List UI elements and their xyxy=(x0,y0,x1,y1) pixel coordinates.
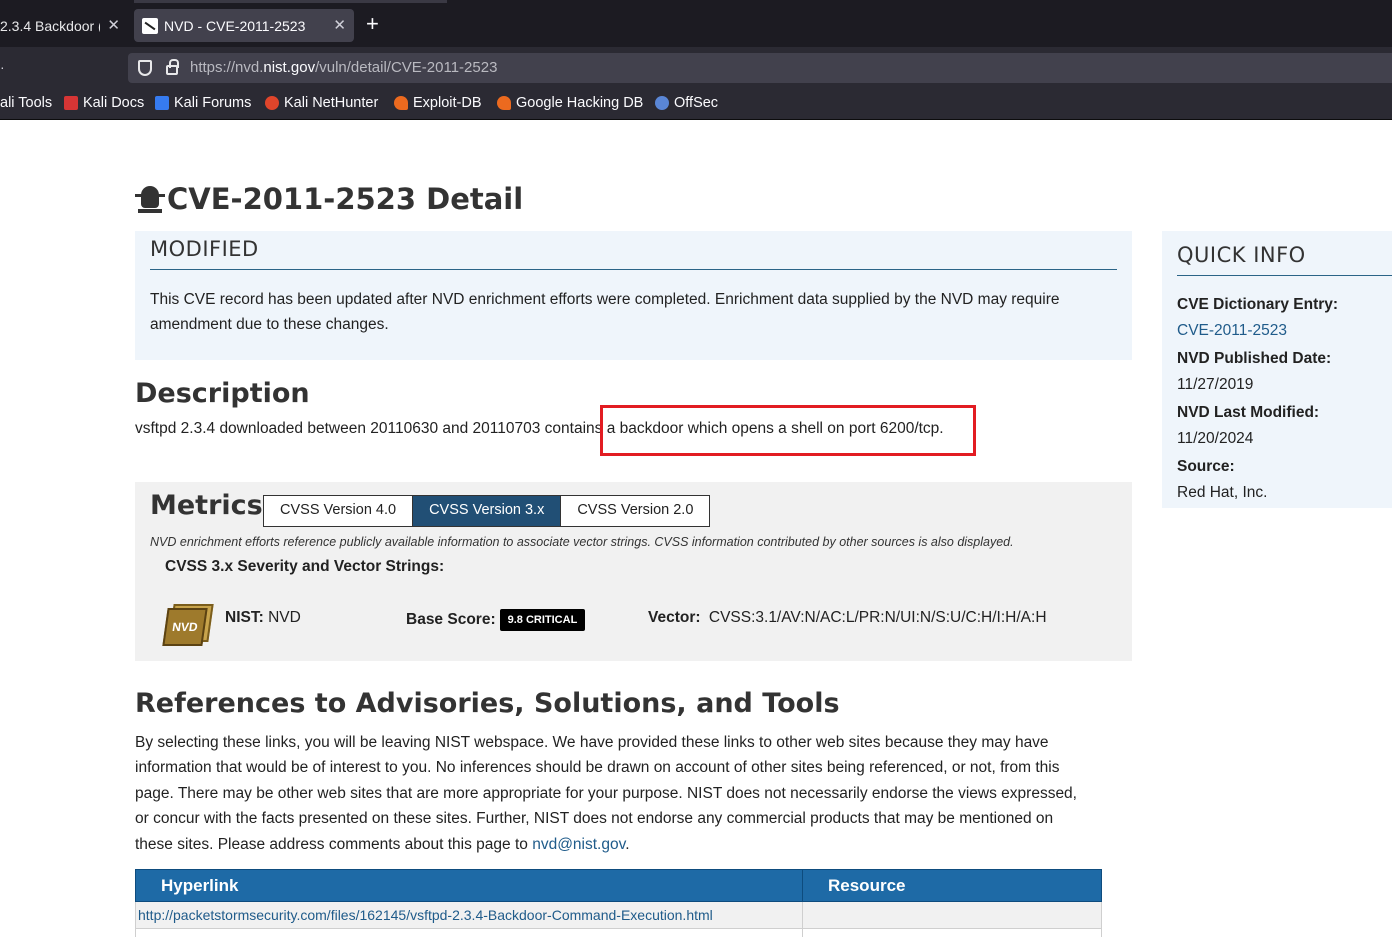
reference-link[interactable]: http://packetstormsecurity.com/files/162… xyxy=(138,907,713,923)
tab-cvss-4[interactable]: CVSS Version 4.0 xyxy=(264,496,414,526)
qi-label-modified: NVD Last Modified: xyxy=(1177,404,1320,421)
address-bar[interactable]: https://nvd.nist.gov/vuln/detail/CVE-201… xyxy=(128,53,1392,83)
base-score: Base Score: 9.8 CRITICAL xyxy=(406,609,586,631)
browser-tab-bar: 2.3.4 Backdoor ( ✕ NVD - CVE-2011-2523 ✕… xyxy=(0,0,1392,47)
new-tab-button[interactable]: + xyxy=(366,12,379,36)
close-icon[interactable]: ✕ xyxy=(333,16,346,34)
qi-value-published: 11/27/2019 xyxy=(1177,376,1254,393)
modified-heading: MODIFIED xyxy=(150,237,1117,270)
tab-nvd[interactable]: NVD - CVE-2011-2523 ✕ xyxy=(134,9,354,42)
nvd-badge-icon: NVD xyxy=(162,602,214,646)
reference-resource xyxy=(802,901,1102,929)
tab-strip-accent xyxy=(134,0,447,3)
red-highlight-annotation xyxy=(600,405,976,456)
shield-icon[interactable] xyxy=(138,60,152,76)
references-heading: References to Advisories, Solutions, and… xyxy=(135,688,840,719)
tab-title: 2.3.4 Backdoor ( xyxy=(0,17,100,34)
cna-source: NIST: NVD xyxy=(225,609,301,626)
tab-cvss-3[interactable]: CVSS Version 3.x xyxy=(413,496,562,526)
close-icon[interactable]: ✕ xyxy=(107,16,120,34)
email-link[interactable]: nvd@nist.gov xyxy=(532,836,625,853)
tab-backdoor[interactable]: 2.3.4 Backdoor ( ✕ xyxy=(0,9,128,42)
references-table: Hyperlink Resource http://packetstormsec… xyxy=(135,869,1102,937)
metrics-heading: Metrics xyxy=(150,490,263,521)
kali-docs-icon xyxy=(64,96,78,110)
navigation-bar: · https://nvd.nist.gov/vuln/detail/CVE-2… xyxy=(0,47,1392,89)
offsec-icon xyxy=(655,96,669,110)
cve-dictionary-link[interactable]: CVE-2011-2523 xyxy=(1177,322,1377,342)
column-header-hyperlink[interactable]: Hyperlink xyxy=(135,869,803,902)
exploit-db-icon xyxy=(394,96,408,110)
metrics-panel: Metrics CVSS Version 4.0 CVSS Version 3.… xyxy=(135,482,1132,661)
quick-info-panel: QUICK INFO CVE Dictionary Entry: CVE-201… xyxy=(1162,231,1392,508)
quick-info-heading: QUICK INFO xyxy=(1177,243,1392,276)
bookmark-kali-docs[interactable]: Kali Docs xyxy=(64,95,144,111)
ghdb-icon xyxy=(497,96,511,110)
table-row: http://packetstormsecurity.com/files/162… xyxy=(135,901,1102,929)
reload-icon[interactable]: · xyxy=(0,59,5,75)
tab-cvss-2[interactable]: CVSS Version 2.0 xyxy=(561,496,709,526)
qi-value-source: Red Hat, Inc. xyxy=(1177,484,1268,501)
qi-label-cve-entry: CVE Dictionary Entry: xyxy=(1177,296,1339,313)
metrics-note: NVD enrichment efforts reference publicl… xyxy=(150,535,1014,549)
qi-label-source: Source: xyxy=(1177,458,1235,475)
bookmark-offsec[interactable]: OffSec xyxy=(655,95,718,111)
bookmarks-toolbar: ali Tools Kali Docs Kali Forums Kali Net… xyxy=(0,89,1392,120)
description-heading: Description xyxy=(135,378,310,409)
kali-forums-icon xyxy=(155,96,169,110)
references-text: By selecting these links, you will be le… xyxy=(135,734,1077,853)
qi-value-modified: 11/20/2024 xyxy=(1177,430,1254,447)
modified-notice: MODIFIED This CVE record has been update… xyxy=(135,231,1132,360)
table-row xyxy=(135,928,1102,937)
bookmark-kali-forums[interactable]: Kali Forums xyxy=(155,95,251,111)
severity-heading: CVSS 3.x Severity and Vector Strings: xyxy=(165,558,445,575)
kali-nethunter-icon xyxy=(265,96,279,110)
url-text[interactable]: https://nvd.nist.gov/vuln/detail/CVE-201… xyxy=(190,59,497,76)
bookmark-kali-tools[interactable]: ali Tools xyxy=(0,95,52,111)
cvss-version-tabs: CVSS Version 4.0 CVSS Version 3.x CVSS V… xyxy=(263,495,711,527)
bookmark-kali-nethunter[interactable]: Kali NetHunter xyxy=(265,95,378,111)
vector-string: Vector: CVSS:3.1/AV:N/AC:L/PR:N/UI:N/S:U… xyxy=(648,609,1047,626)
qi-label-published: NVD Published Date: xyxy=(1177,350,1332,367)
tab-title: NVD - CVE-2011-2523 xyxy=(164,17,306,34)
page-content: CVE-2011-2523 Detail MODIFIED This CVE r… xyxy=(0,120,1392,937)
nvd-favicon-icon xyxy=(142,17,158,34)
lock-icon[interactable] xyxy=(166,59,179,75)
page-title: CVE-2011-2523 Detail xyxy=(135,182,523,216)
bookmark-exploit-db[interactable]: Exploit-DB xyxy=(394,95,482,111)
modified-text: This CVE record has been updated after N… xyxy=(150,291,1060,333)
bug-icon xyxy=(135,182,165,216)
bookmark-google-hacking-db[interactable]: Google Hacking DB xyxy=(497,95,643,111)
score-badge[interactable]: 9.8 CRITICAL xyxy=(499,609,586,631)
column-header-resource[interactable]: Resource xyxy=(802,869,1102,902)
